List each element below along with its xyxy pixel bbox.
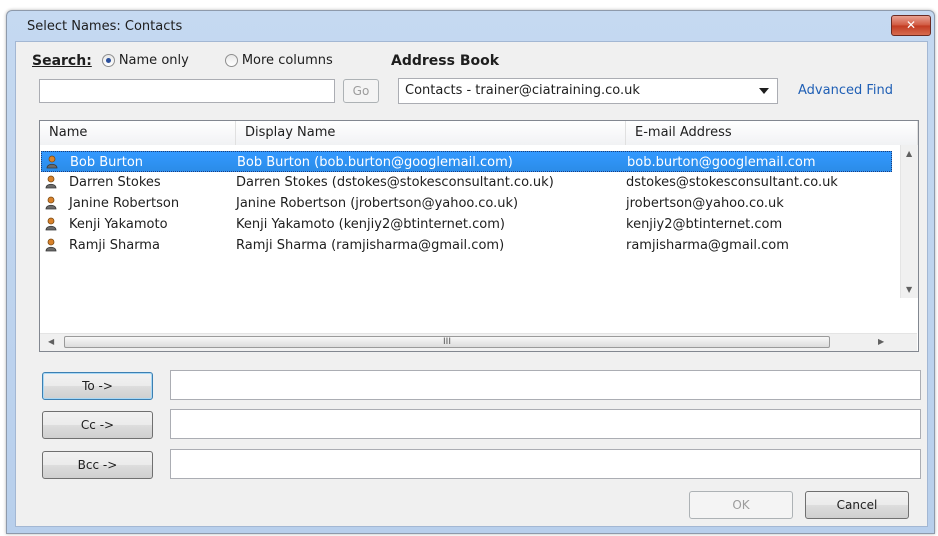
- contact-row[interactable]: Bob Burton Bob Burton (bob.burton@googlem…: [41, 151, 892, 172]
- dialog-body: Search: Name only More columns Address B…: [15, 41, 928, 527]
- contact-display-name-cell: Bob Burton (bob.burton@googlemail.com): [237, 155, 513, 170]
- column-header-email-label: E-mail Address: [635, 125, 732, 140]
- contact-email-cell: ramjisharma@gmail.com: [626, 238, 789, 253]
- contact-email-cell: bob.burton@googlemail.com: [627, 155, 816, 170]
- title-bar: Select Names: Contacts ✕: [7, 11, 934, 41]
- column-header-name[interactable]: Name: [40, 121, 236, 145]
- cc-button[interactable]: Cc ->: [42, 411, 153, 439]
- ok-button[interactable]: OK: [689, 491, 793, 519]
- chevron-down-icon: [759, 88, 769, 94]
- contact-person-icon: [45, 238, 57, 252]
- close-icon: ✕: [905, 18, 917, 32]
- ok-button-label: OK: [732, 498, 750, 512]
- search-label-text: Search:: [32, 53, 92, 69]
- address-book-value: Contacts - trainer@ciatraining.co.uk: [405, 83, 640, 98]
- name-only-label: Name only: [118, 53, 189, 68]
- contact-person-icon: [45, 175, 57, 189]
- contact-display-name-cell: Janine Robertson (jrobertson@yahoo.co.uk…: [236, 196, 519, 211]
- contact-email-cell: jrobertson@yahoo.co.uk: [626, 196, 784, 211]
- bcc-button-label: Bcc ->: [77, 458, 118, 472]
- column-header-email[interactable]: E-mail Address: [626, 121, 918, 145]
- address-book-label: Address Book: [391, 53, 500, 69]
- close-button[interactable]: ✕: [891, 15, 931, 36]
- cancel-button-label: Cancel: [836, 498, 878, 512]
- contact-row[interactable]: Janine Robertson Janine Robertson (jrober…: [41, 193, 891, 214]
- column-header-display-name[interactable]: Display Name: [236, 121, 626, 145]
- scroll-up-icon[interactable]: ▲: [906, 149, 912, 158]
- advanced-find-link[interactable]: Advanced Find: [798, 83, 893, 98]
- address-book-select[interactable]: Contacts - trainer@ciatraining.co.uk: [398, 78, 778, 104]
- contact-name-cell: Ramji Sharma: [69, 238, 160, 253]
- select-names-dialog: Select Names: Contacts ✕ Search: Name on…: [6, 10, 935, 534]
- contact-display-name-cell: Kenji Yakamoto (kenjiy2@btinternet.com): [236, 217, 505, 232]
- scroll-right-icon[interactable]: ▶: [878, 337, 884, 346]
- horizontal-scrollbar[interactable]: ◀ III ▶: [40, 333, 917, 351]
- contact-display-name-cell: Darren Stokes (dstokes@stokesconsultant.…: [236, 175, 554, 190]
- column-header-name-label: Name: [49, 125, 88, 140]
- go-button[interactable]: Go: [343, 79, 379, 103]
- contact-name-cell: Bob Burton: [70, 155, 144, 170]
- horizontal-scroll-thumb[interactable]: III: [64, 336, 830, 348]
- cancel-button[interactable]: Cancel: [805, 491, 909, 519]
- to-button-label: To ->: [82, 379, 113, 393]
- bcc-button[interactable]: Bcc ->: [42, 451, 153, 479]
- to-button[interactable]: To ->: [42, 372, 153, 400]
- name-only-option[interactable]: Name only: [102, 53, 189, 68]
- vertical-scrollbar[interactable]: ▲ ▼: [900, 145, 918, 298]
- contact-name-cell: Janine Robertson: [69, 196, 180, 211]
- search-input[interactable]: [39, 79, 335, 103]
- cc-button-label: Cc ->: [80, 418, 115, 432]
- search-label: Search:: [32, 53, 92, 69]
- contact-email-cell: kenjiy2@btinternet.com: [626, 217, 783, 232]
- contact-display-name-cell: Ramji Sharma (ramjisharma@gmail.com): [236, 238, 505, 253]
- contact-name-cell: Darren Stokes: [69, 175, 161, 190]
- scroll-left-icon[interactable]: ◀: [48, 337, 54, 346]
- contact-person-icon: [46, 155, 58, 169]
- scroll-thumb-grip: III: [443, 337, 451, 347]
- column-header-display-name-label: Display Name: [245, 125, 336, 140]
- contact-person-icon: [45, 196, 57, 210]
- more-columns-label: More columns: [241, 53, 333, 68]
- contacts-list[interactable]: Name Display Name E-mail Address Bob Bur…: [39, 120, 919, 352]
- name-only-radio[interactable]: [102, 54, 115, 67]
- contact-email-cell: dstokes@stokesconsultant.co.uk: [626, 175, 838, 190]
- more-columns-radio[interactable]: [225, 54, 238, 67]
- contact-row[interactable]: Darren Stokes Darren Stokes (dstokes@stok…: [41, 172, 891, 193]
- contact-person-icon: [45, 217, 57, 231]
- contact-row[interactable]: Kenji Yakamoto Kenji Yakamoto (kenjiy2@bt…: [41, 214, 891, 235]
- go-button-label: Go: [352, 84, 370, 98]
- bcc-field[interactable]: [170, 449, 921, 479]
- dialog-title: Select Names: Contacts: [27, 19, 183, 34]
- contact-row[interactable]: Ramji Sharma Ramji Sharma (ramjisharma@gm…: [41, 235, 891, 256]
- cc-field[interactable]: [170, 409, 921, 439]
- scroll-down-icon[interactable]: ▼: [906, 285, 912, 294]
- to-field[interactable]: [170, 370, 921, 400]
- more-columns-option[interactable]: More columns: [225, 53, 333, 68]
- contact-name-cell: Kenji Yakamoto: [69, 217, 168, 232]
